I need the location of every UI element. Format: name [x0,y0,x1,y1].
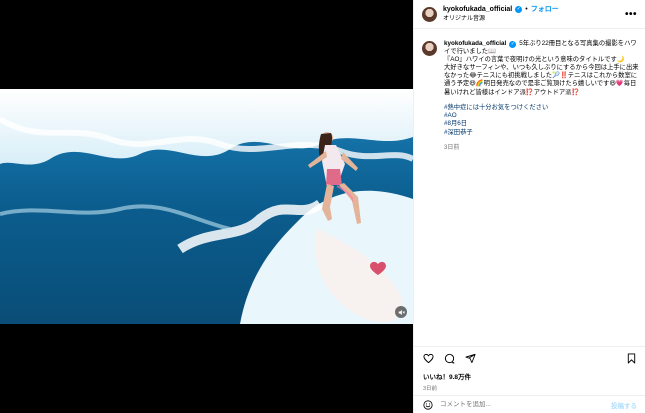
comment-button[interactable] [444,353,455,364]
hashtag-link[interactable]: #深田恭子 [444,129,640,137]
verified-badge-icon: ✓ [515,6,523,14]
share-button[interactable] [465,353,476,364]
post-video[interactable] [0,89,413,324]
comment-bar: 投稿する [414,395,645,413]
caption-time: 3日前 [444,144,460,151]
share-icon [465,353,476,364]
post-comment-button[interactable]: 投稿する [611,400,637,410]
verified-badge-icon: ✓ [509,40,517,48]
caption-body: kyokofukada_official ✓ 5年ぶり22冊目となる写真集の撮影をハ… [444,40,640,152]
hashtag-link[interactable]: #AO [444,112,640,120]
post-caption: kyokofukada_official ✓ 5年ぶり22冊目となる写真集の撮影をハ… [422,40,640,152]
action-bar [414,347,645,370]
mute-button[interactable] [395,306,407,318]
header-separator: • [525,6,528,14]
more-horizontal-icon: ••• [624,8,637,20]
more-options-button[interactable]: ••• [625,9,637,20]
post-header: kyokofukada_official ✓ • フォロー オリジナル音源 ••… [414,0,645,29]
hashtag-link[interactable]: #8月6日 [444,120,640,128]
post-details-panel: kyokofukada_official ✓ • フォロー オリジナル音源 ••… [413,0,645,413]
surfing-image [0,89,413,324]
follow-button[interactable]: フォロー [531,6,559,13]
actions-area: いいね！9.8万件 3日前 投稿する [414,346,645,413]
save-button[interactable] [626,353,637,364]
caption-line: 大好きなサーフィンや、いつも久しぶりにするから今回は上手に出来なかった😂テニスに… [444,64,639,96]
header-text: kyokofukada_official ✓ • フォロー オリジナル音源 [443,6,559,22]
audio-subtitle[interactable]: オリジナル音源 [443,16,559,22]
post-media[interactable] [0,0,413,413]
emoji-icon[interactable] [423,399,433,410]
hashtag-list: #熱中症には十分お気をつけください #AO #8月6日 #深田恭子 [444,104,640,137]
caption-text: kyokofukada_official ✓ 5年ぶり22冊目となる写真集の撮影をハ… [444,40,640,56]
like-button[interactable] [423,353,434,364]
comment-icon [444,353,455,364]
bookmark-icon [627,353,636,364]
avatar[interactable] [422,6,437,22]
speaker-muted-icon [398,309,405,315]
caption-username[interactable]: kyokofukada_official [444,40,506,47]
header-row: kyokofukada_official ✓ • フォロー [443,6,559,14]
post-time: 3日前 [423,386,438,392]
likes-count[interactable]: いいね！9.8万件 [414,371,645,381]
header-username[interactable]: kyokofukada_official [443,6,512,13]
comment-input[interactable] [440,401,611,408]
caption-avatar[interactable] [422,41,437,56]
hashtag-link[interactable]: #熱中症には十分お気をつけください [444,104,640,112]
heart-icon [423,353,434,364]
